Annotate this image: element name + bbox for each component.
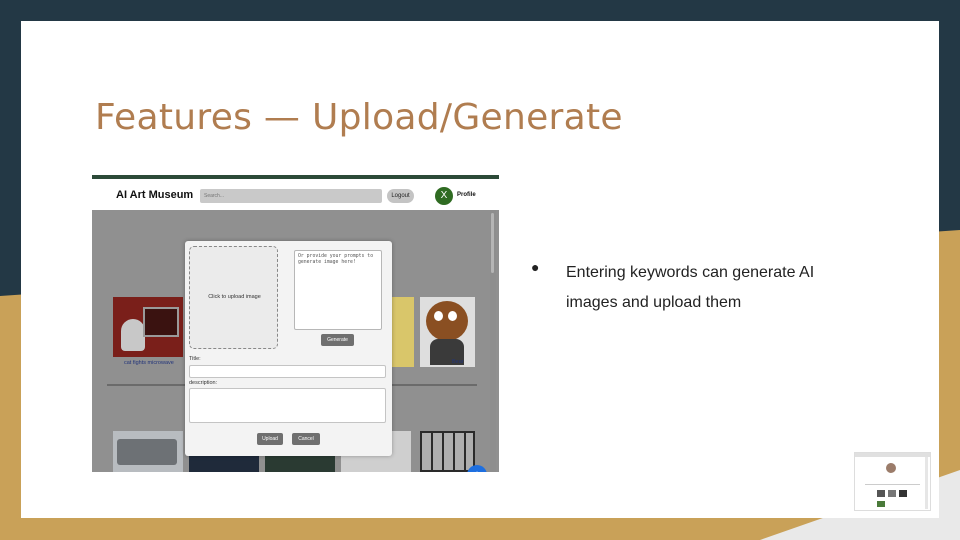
mini-thumb — [888, 490, 896, 497]
app-title: AI Art Museum — [116, 189, 194, 201]
search-input[interactable] — [200, 189, 382, 203]
mini-screenshot — [854, 452, 931, 511]
gallery-image-bear[interactable] — [420, 297, 475, 367]
truck-shape — [117, 439, 177, 465]
description-label: description: — [189, 380, 218, 386]
mini-thumb — [877, 501, 885, 507]
bear-eye-right — [448, 311, 457, 321]
mini-scrollbar — [925, 457, 928, 509]
bear-eye-left — [434, 311, 443, 321]
profile-link[interactable]: Profile — [457, 192, 476, 198]
scrollbar-thumb[interactable] — [491, 213, 494, 273]
upload-dropzone-label: Click to upload image — [208, 294, 261, 300]
app-header: AI Art Museum Logout X Profile — [92, 179, 499, 210]
gallery-image-yellow[interactable] — [392, 297, 414, 367]
upload-dropzone[interactable]: Click to upload image — [189, 246, 278, 349]
bullet-marker: ● — [531, 259, 540, 275]
prompt-textarea[interactable]: Or provide your prompts to generate imag… — [294, 250, 382, 330]
gallery-image-keyboard[interactable] — [420, 431, 475, 472]
gallery-image-truck[interactable] — [113, 431, 183, 472]
upload-button[interactable]: Upload — [257, 433, 283, 445]
upload-modal: Click to upload image Or provide your pr… — [185, 241, 392, 456]
title-label: Title: — [189, 356, 201, 362]
keyboard-keys — [422, 433, 473, 470]
generate-button[interactable]: Generate — [321, 334, 354, 346]
avatar[interactable]: X — [435, 187, 453, 205]
app-screenshot: AI Art Museum Logout X Profile cat fight… — [92, 175, 499, 472]
gallery-caption[interactable]: cat fights microwave — [124, 360, 174, 366]
mini-thumb — [877, 490, 885, 497]
cancel-button[interactable]: Cancel — [292, 433, 320, 445]
mini-avatar — [886, 463, 896, 473]
bear-head — [426, 301, 468, 341]
bullet-text: Entering keywords can generate AI images… — [566, 264, 815, 311]
slide: Features — Upload/Generate AI Art Museum… — [21, 21, 939, 518]
cat-figure — [121, 319, 145, 351]
add-fab-button[interactable]: + — [467, 465, 487, 472]
microwave-shape — [143, 307, 179, 337]
logout-button[interactable]: Logout — [387, 189, 414, 203]
description-textarea[interactable] — [189, 388, 386, 423]
mini-line — [865, 484, 920, 485]
title-input[interactable] — [189, 365, 386, 378]
gallery-caption[interactable]: Bear — [452, 359, 464, 365]
mini-thumb — [899, 490, 907, 497]
gallery-image-cat[interactable] — [113, 297, 183, 357]
slide-title: Features — Upload/Generate — [95, 97, 623, 138]
mini-header — [855, 453, 930, 457]
